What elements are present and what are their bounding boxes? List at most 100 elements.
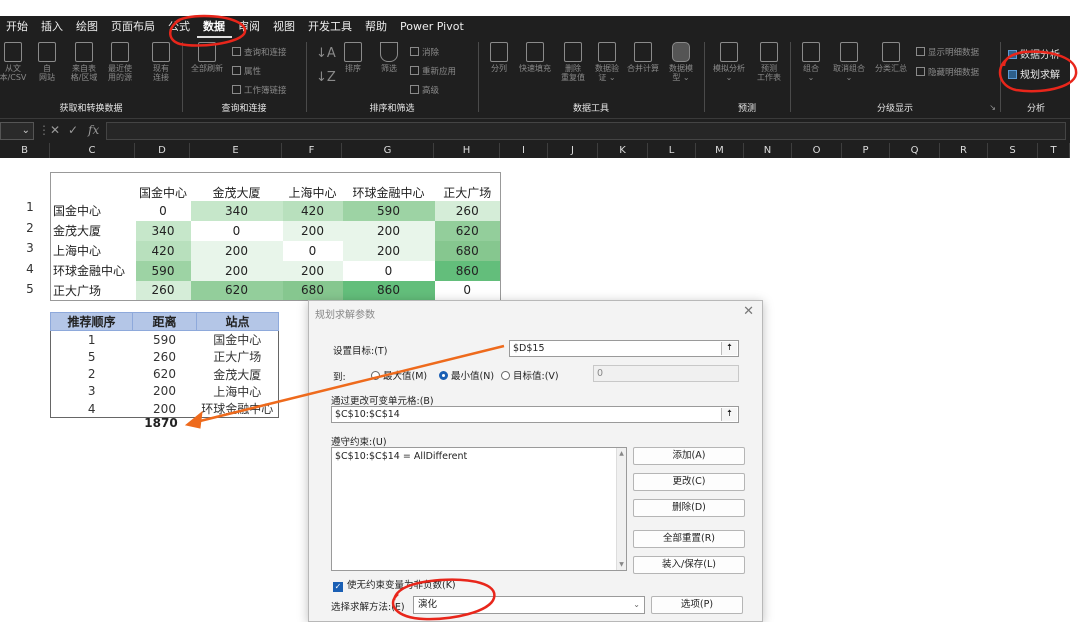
advanced-filter-button[interactable]: 高级 — [410, 84, 439, 96]
cube-icon — [672, 42, 690, 62]
load-save-button[interactable]: 装入/保存(L) — [633, 556, 745, 574]
solving-method-select[interactable]: 演化 ⌄ — [413, 596, 645, 614]
column-header-R[interactable]: R — [940, 143, 988, 158]
from-web-button[interactable]: 自 网站 — [28, 42, 66, 82]
column-header-B[interactable]: B — [0, 143, 50, 158]
column-header-H[interactable]: H — [434, 143, 500, 158]
reapply-button[interactable]: 重新应用 — [410, 65, 456, 77]
matrix-row-label: 正大广场 — [53, 283, 102, 298]
menu-tab-4[interactable]: 公式 — [162, 16, 197, 38]
menu-tab-0[interactable]: 开始 — [0, 16, 35, 38]
menu-tab-6[interactable]: 审阅 — [232, 16, 267, 38]
flash-fill-button[interactable]: 快速填充 — [516, 42, 554, 73]
column-header-M[interactable]: M — [696, 143, 744, 158]
enter-icon[interactable]: ✓ — [68, 123, 78, 137]
separator — [478, 42, 479, 112]
menu-tab-2[interactable]: 绘图 — [70, 16, 105, 38]
recent-sources-button[interactable]: 最近使 用的源 — [101, 42, 139, 82]
nonnegative-checkbox[interactable]: ✓ 使无约束变量为非负数(K) — [333, 577, 456, 592]
route-row: 5 260 正大广场 — [51, 348, 279, 365]
range-picker-icon[interactable]: 🠅 — [721, 408, 737, 421]
column-header-D[interactable]: D — [135, 143, 190, 158]
column-header-T[interactable]: T — [1038, 143, 1070, 158]
menu-tab-9[interactable]: 帮助 — [359, 16, 394, 38]
solver-button[interactable]: 规划求解 — [1008, 66, 1060, 81]
radio-value-of[interactable]: 目标值:(V) — [501, 368, 559, 382]
data-analysis-button[interactable]: 数据分析 — [1008, 46, 1060, 61]
column-header-F[interactable]: F — [282, 143, 342, 158]
sort-asc-icon[interactable]: ↓A — [316, 46, 336, 61]
formula-input[interactable] — [106, 122, 1066, 140]
column-header-S[interactable]: S — [988, 143, 1038, 158]
range-picker-icon[interactable]: 🠅 — [721, 342, 737, 355]
options-button[interactable]: 选项(P) — [651, 596, 743, 614]
column-header-N[interactable]: N — [744, 143, 792, 158]
dialog-launcher-icon[interactable]: ↘ — [989, 103, 996, 112]
constraints-scrollbar[interactable]: ▲ ▼ — [616, 448, 626, 570]
clear-filter-button[interactable]: 消除 — [410, 46, 439, 58]
column-header-K[interactable]: K — [598, 143, 648, 158]
show-detail-button[interactable]: 显示明细数据 — [916, 46, 979, 58]
sort-icon — [344, 42, 362, 62]
insert-function-icon[interactable]: fx — [88, 123, 99, 137]
matrix-cell: 620 — [434, 220, 501, 241]
column-header-I[interactable]: I — [500, 143, 548, 158]
filter-button[interactable]: 筛选 — [370, 42, 408, 73]
matrix-cell: 260 — [434, 200, 501, 221]
matrix-cell: 0 — [434, 280, 501, 301]
group-label-forecast: 预测 — [737, 104, 756, 114]
column-header-C[interactable]: C — [50, 143, 135, 158]
column-header-E[interactable]: E — [190, 143, 282, 158]
change-button[interactable]: 更改(C) — [633, 473, 745, 491]
constraint-item[interactable]: $C$10:$C$14 = AllDifferent — [335, 451, 623, 462]
radio-min[interactable]: 最小值(N) — [439, 368, 494, 382]
queries-connections-button[interactable]: 查询和连接 — [232, 46, 287, 58]
forecast-sheet-button[interactable]: 预测 工作表 — [750, 42, 788, 82]
remove-duplicates-button[interactable]: 删除 重复值 — [554, 42, 592, 82]
subtotal-button[interactable]: 分类汇总 — [872, 42, 910, 73]
sort-desc-icon[interactable]: ↓Z — [316, 70, 336, 85]
menu-tab-10[interactable]: Power Pivot — [394, 16, 471, 38]
delete-button[interactable]: 删除(D) — [633, 499, 745, 517]
menu-tab-3[interactable]: 页面布局 — [105, 16, 162, 38]
radio-max[interactable]: 最大值(M) — [371, 368, 427, 382]
group-button[interactable]: 组合 ⌄ — [792, 42, 830, 82]
column-header-O[interactable]: O — [792, 143, 842, 158]
column-header-L[interactable]: L — [648, 143, 696, 158]
matrix-cell: 200 — [190, 260, 283, 281]
hide-detail-button[interactable]: 隐藏明细数据 — [916, 66, 979, 78]
ungroup-button[interactable]: 取消组合 ⌄ — [830, 42, 868, 82]
consolidate-button[interactable]: 合并计算 — [624, 42, 662, 73]
column-header-P[interactable]: P — [842, 143, 890, 158]
data-model-button[interactable]: 数据模 型 ⌄ — [662, 42, 700, 82]
what-if-button[interactable]: 模拟分析 ⌄ — [710, 42, 748, 82]
consolidate-icon — [634, 42, 652, 62]
add-button[interactable]: 添加(A) — [633, 447, 745, 465]
column-header-G[interactable]: G — [342, 143, 434, 158]
cancel-icon[interactable]: ✕ — [50, 123, 60, 137]
changing-cells-field[interactable]: $C$10:$C$14 🠅 — [331, 406, 739, 423]
sort-button[interactable]: 排序 — [334, 42, 372, 73]
menu-tab-7[interactable]: 视图 — [267, 16, 302, 38]
column-header-J[interactable]: J — [548, 143, 598, 158]
reset-all-button[interactable]: 全部重置(R) — [633, 530, 745, 548]
value-of-input[interactable]: 0 — [593, 365, 739, 382]
from-table-button[interactable]: 来自表 格/区域 — [65, 42, 103, 82]
query-icon — [232, 47, 241, 56]
existing-connections-button[interactable]: 现有 连接 — [142, 42, 180, 82]
constraints-list[interactable]: $C$10:$C$14 = AllDifferent ▲ ▼ — [331, 447, 627, 571]
data-validation-button[interactable]: 数据验 证 ⌄ — [588, 42, 626, 82]
group-label-analysis: 分析 — [1026, 104, 1045, 114]
close-icon[interactable]: ✕ — [743, 304, 754, 319]
properties-button[interactable]: 属性 — [232, 65, 261, 77]
column-header-Q[interactable]: Q — [890, 143, 940, 158]
name-box[interactable]: ⌄ — [0, 122, 34, 140]
group-get-transform: 从文 本/CSV 自 网站 来自表 格/区域 最近使 用的源 现有 连接 获取和… — [0, 40, 182, 116]
target-field[interactable]: $D$15 🠅 — [509, 340, 739, 357]
refresh-all-button[interactable]: 全部刷新 — [188, 42, 226, 73]
menu-tab-5[interactable]: 数据 — [197, 16, 232, 38]
menu-tab-1[interactable]: 插入 — [35, 16, 70, 38]
workbook-links-button[interactable]: 工作簿链接 — [232, 84, 287, 96]
menu-tab-8[interactable]: 开发工具 — [302, 16, 359, 38]
text-to-columns-button[interactable]: 分列 — [480, 42, 518, 73]
